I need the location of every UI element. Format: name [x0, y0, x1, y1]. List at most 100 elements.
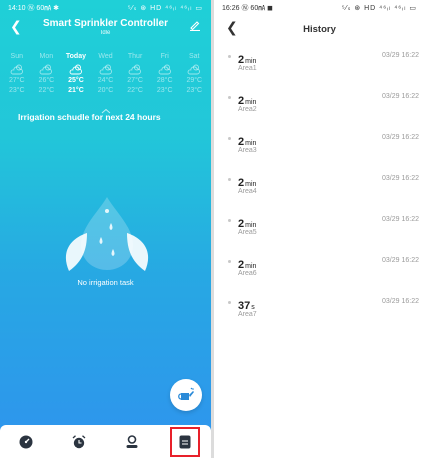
bullet-dot [228, 301, 231, 304]
forecast-high-temp: 27°C [127, 77, 143, 84]
area-label: Area1 [238, 65, 257, 72]
manual-water-button[interactable] [170, 379, 202, 411]
screenshot-root: 14:10 Ⓝ 60㎃ ✱ ⁵⁄ₛ ⊛ HD ⁴⁶ᵢₗ ⁴⁶ᵢₗ ▭ ❮ Sma… [0, 0, 425, 458]
status-bar: 14:10 Ⓝ 60㎃ ✱ ⁵⁄ₛ ⊛ HD ⁴⁶ᵢₗ ⁴⁶ᵢₗ ▭ [0, 0, 211, 16]
bullet-dot [228, 260, 231, 263]
weather-forecast: Sun 27°C 23°C Mon 26°C 22°C Today 25°C 21°C Wed 24… [0, 52, 211, 96]
status-right-icons: ⁵⁄ₛ ⊛ HD ⁴⁶ᵢₗ ⁴⁶ᵢₗ ▭ [341, 5, 417, 12]
duration-unit: min [245, 222, 257, 229]
cloud-sun-icon [2, 62, 32, 76]
forecast-day: Thur 27°C 22°C [120, 52, 150, 96]
area-label: Area5 [238, 229, 257, 236]
bullet-dot [228, 178, 231, 181]
area-label: Area6 [238, 270, 257, 277]
duration-unit: min [245, 58, 257, 65]
forecast-low-temp: 21°C [68, 87, 84, 94]
forecast-day-name: Today [65, 53, 86, 60]
forecast-day: Sat 29°C 23°C [179, 52, 209, 96]
forecast-day: Wed 24°C 20°C [91, 52, 121, 96]
area-label: Area2 [238, 106, 257, 113]
cloud-sun-icon [179, 62, 209, 76]
bullet-dot [228, 137, 231, 140]
bottom-navigation [0, 425, 211, 458]
device-status: Idle [100, 30, 111, 36]
collapse-chevron-icon[interactable] [0, 101, 211, 114]
back-icon[interactable]: ❮ [10, 19, 22, 33]
cloud-sun-icon [61, 62, 91, 76]
forecast-low-temp: 23°C [8, 87, 25, 94]
title-wrap: Smart Sprinkler Controller Idle [43, 18, 168, 36]
nav-profile[interactable] [117, 427, 147, 457]
history-row[interactable]: 2min Area1 03/29 16:22 [214, 44, 425, 85]
schedule-title: Irrigation schudle for next 24 hours [18, 112, 161, 122]
empty-state-text: No irrigation task [77, 278, 134, 287]
duration-unit: s [251, 304, 255, 311]
controller-header: ❮ Smart Sprinkler Controller Idle [0, 16, 211, 42]
forecast-high-temp: 25°C [68, 77, 84, 84]
timestamp: 03/29 16:22 [382, 298, 419, 305]
nav-timer[interactable] [64, 427, 94, 457]
forecast-high-temp: 28°C [156, 77, 173, 84]
status-bar: 16:26 Ⓝ 60㎃ ◼ ⁵⁄ₛ ⊛ HD ⁴⁶ᵢₗ ⁴⁶ᵢₗ ▭ [214, 0, 425, 16]
forecast-day: Sun 27°C 23°C [2, 52, 32, 96]
history-row[interactable]: 37s Area7 03/29 16:22 [214, 290, 425, 331]
cloud-sun-icon [150, 62, 180, 76]
forecast-high-temp: 24°C [97, 77, 114, 84]
watering-can-icon [178, 387, 194, 400]
history-row[interactable]: 2min Area4 03/29 16:22 [214, 167, 425, 208]
timestamp: 03/29 16:22 [382, 175, 419, 182]
forecast-day-name: Fri [160, 53, 169, 60]
forecast-day-name: Mon [39, 53, 54, 60]
timestamp: 03/29 16:22 [382, 52, 419, 59]
back-icon[interactable]: ❮ [226, 20, 238, 34]
edit-icon[interactable] [189, 19, 201, 31]
history-row[interactable]: 2min Area6 03/29 16:22 [214, 249, 425, 290]
area-label: Area3 [238, 147, 257, 154]
timestamp: 03/29 16:22 [382, 134, 419, 141]
area-label: Area4 [238, 188, 257, 195]
nav-history[interactable] [169, 426, 200, 457]
page-title: Smart Sprinkler Controller [42, 18, 169, 29]
no-task-illustration-icon [65, 197, 149, 271]
cloud-sun-icon [91, 62, 121, 76]
status-time: 16:26 [222, 5, 240, 12]
cloud-sun-icon [120, 62, 150, 76]
history-screen: 16:26 Ⓝ 60㎃ ◼ ⁵⁄ₛ ⊛ HD ⁴⁶ᵢₗ ⁴⁶ᵢₗ ▭ ❮ His… [214, 0, 425, 458]
forecast-day-name: Sun [10, 53, 24, 60]
bullet-dot [228, 96, 231, 99]
forecast-day-name: Thur [127, 53, 143, 60]
duration-unit: min [245, 99, 257, 106]
forecast-day-name: Sat [189, 53, 200, 60]
forecast-high-temp: 29°C [186, 77, 203, 84]
forecast-day: Mon 26°C 22°C [32, 52, 62, 96]
status-icons: Ⓝ 60㎃ ◼ [241, 5, 273, 12]
history-row[interactable]: 2min Area2 03/29 16:22 [214, 85, 425, 126]
forecast-high-temp: 26°C [38, 77, 55, 84]
forecast-low-temp: 23°C [186, 87, 203, 94]
status-right-icons: ⁵⁄ₛ ⊛ HD ⁴⁶ᵢₗ ⁴⁶ᵢₗ ▭ [127, 5, 203, 12]
nav-home[interactable] [11, 427, 41, 457]
history-row[interactable]: 2min Area3 03/29 16:22 [214, 126, 425, 167]
history-row[interactable]: 2min Area5 03/29 16:22 [214, 208, 425, 249]
status-icons: Ⓝ 60㎃ ✱ [27, 5, 60, 12]
area-label: Area7 [238, 311, 257, 318]
alarm-clock-icon [72, 434, 86, 448]
forecast-low-temp: 20°C [97, 87, 114, 94]
forecast-day: Fri 28°C 23°C [150, 52, 180, 96]
duration-unit: min [245, 181, 257, 188]
timestamp: 03/29 16:22 [382, 216, 419, 223]
page-title: History [303, 23, 336, 35]
forecast-day-name: Wed [98, 53, 113, 60]
forecast-low-temp: 23°C [156, 87, 173, 94]
document-icon [179, 435, 191, 448]
forecast-high-temp: 27°C [8, 77, 25, 84]
timestamp: 03/29 16:22 [382, 93, 419, 100]
status-time: 14:10 [8, 5, 26, 12]
duration-unit: min [245, 263, 257, 270]
forecast-low-temp: 22°C [38, 87, 55, 94]
cloud-sun-icon [32, 62, 62, 76]
controller-screen: 14:10 Ⓝ 60㎃ ✱ ⁵⁄ₛ ⊛ HD ⁴⁶ᵢₗ ⁴⁶ᵢₗ ▭ ❮ Sma… [0, 0, 211, 458]
user-icon [126, 434, 138, 448]
history-header: ❮ History [214, 16, 425, 42]
timestamp: 03/29 16:22 [382, 257, 419, 264]
